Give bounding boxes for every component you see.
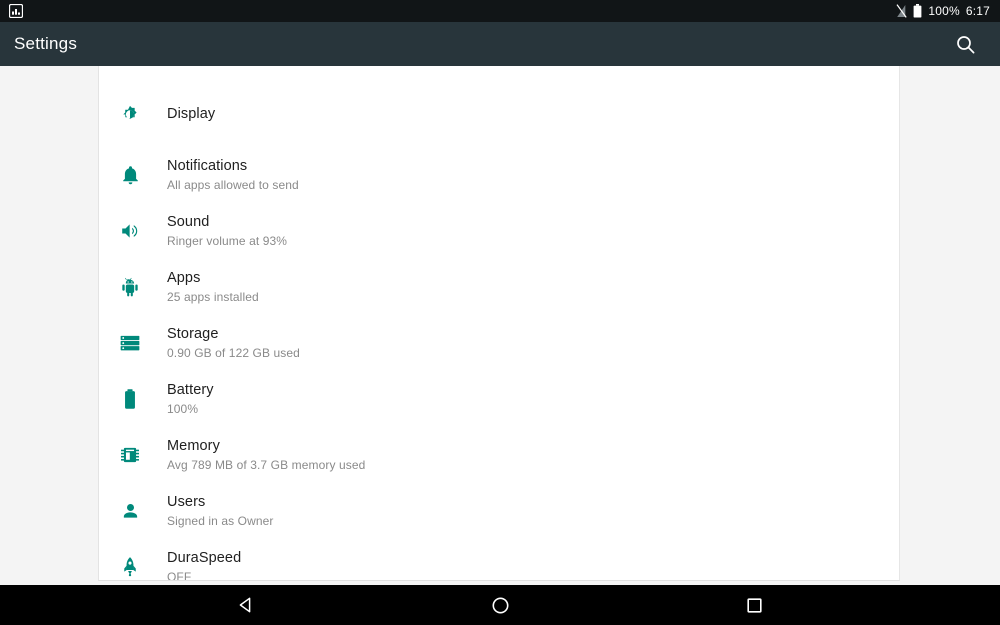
settings-row-subtitle: Ringer volume at 93% [167, 233, 288, 248]
battery-icon [112, 381, 148, 417]
settings-row-subtitle: 100% [167, 401, 199, 416]
settings-row-title: Display [167, 105, 216, 122]
settings-row-subtitle: 0.90 GB of 122 GB used [167, 345, 300, 360]
settings-row-text: Battery 100% [167, 381, 214, 418]
status-bar-system-icons: 100% 6:17 [896, 4, 990, 18]
search-icon [956, 35, 974, 53]
app-bar: Settings [0, 22, 1000, 66]
settings-row-text: Notifications All apps allowed to send [167, 157, 299, 194]
rocket-icon [112, 549, 148, 580]
settings-row-title: Users [167, 493, 206, 510]
settings-row-title: Memory [167, 437, 220, 454]
android-settings-screen: 100% 6:17 Settings Display Notifications… [0, 0, 1000, 625]
settings-row-storage[interactable]: Storage 0.90 GB of 122 GB used [99, 315, 899, 371]
signal-off-icon [896, 4, 908, 18]
settings-row-apps[interactable]: Apps 25 apps installed [99, 259, 899, 315]
settings-row-text: Display [167, 105, 215, 124]
brightness-icon [112, 96, 148, 132]
search-button[interactable] [952, 31, 978, 57]
settings-row-text: Memory Avg 789 MB of 3.7 GB memory used [167, 437, 365, 474]
memory-chip-icon [112, 437, 148, 473]
settings-list: Display Notifications All apps allowed t… [99, 86, 899, 581]
settings-row-title: Apps [167, 269, 201, 286]
settings-row-text: Apps 25 apps installed [167, 269, 259, 306]
settings-row-subtitle: 25 apps installed [167, 289, 259, 304]
system-navigation-bar [0, 585, 1000, 625]
android-icon [112, 269, 148, 305]
settings-row-display[interactable]: Display [99, 86, 899, 142]
settings-row-memory[interactable]: Memory Avg 789 MB of 3.7 GB memory used [99, 427, 899, 483]
battery-full-icon [913, 4, 922, 18]
settings-row-battery[interactable]: Battery 100% [99, 371, 899, 427]
page-title: Settings [14, 34, 78, 53]
settings-row-subtitle: Avg 789 MB of 3.7 GB memory used [167, 457, 366, 472]
nav-home-button[interactable] [436, 585, 564, 625]
settings-row-text: Users Signed in as Owner [167, 493, 274, 530]
settings-content-card: Display Notifications All apps allowed t… [98, 66, 900, 581]
home-circle-icon [492, 597, 508, 613]
settings-row-title: Battery [167, 381, 214, 398]
settings-row-title: Notifications [167, 157, 248, 174]
settings-row-notifications[interactable]: Notifications All apps allowed to send [99, 147, 899, 203]
back-triangle-icon [239, 597, 251, 613]
nav-back-button[interactable] [182, 585, 310, 625]
volume-icon [112, 213, 148, 249]
settings-row-text: Sound Ringer volume at 93% [167, 213, 287, 250]
settings-row-subtitle: OFF [167, 569, 192, 581]
person-icon [112, 493, 148, 529]
settings-row-subtitle: Signed in as Owner [167, 513, 274, 528]
settings-row-text: Storage 0.90 GB of 122 GB used [167, 325, 300, 362]
settings-row-title: Storage [167, 325, 219, 342]
settings-row-subtitle: All apps allowed to send [167, 177, 299, 192]
storage-icon [112, 325, 148, 361]
battery-percentage: 100% [928, 4, 960, 18]
settings-row-duraspeed[interactable]: DuraSpeed OFF [99, 539, 899, 581]
status-bar-notifications [9, 4, 23, 18]
bell-icon [112, 157, 148, 193]
settings-row-text: DuraSpeed OFF [167, 549, 242, 581]
recents-square-icon [746, 597, 762, 613]
settings-row-title: DuraSpeed [167, 549, 242, 566]
nav-recents-button[interactable] [690, 585, 818, 625]
status-bar: 100% 6:17 [0, 0, 1000, 22]
settings-row-title: Sound [167, 213, 210, 230]
screenshot-image-icon [9, 4, 23, 18]
status-bar-clock: 6:17 [965, 4, 990, 18]
settings-row-users[interactable]: Users Signed in as Owner [99, 483, 899, 539]
settings-row-sound[interactable]: Sound Ringer volume at 93% [99, 203, 899, 259]
